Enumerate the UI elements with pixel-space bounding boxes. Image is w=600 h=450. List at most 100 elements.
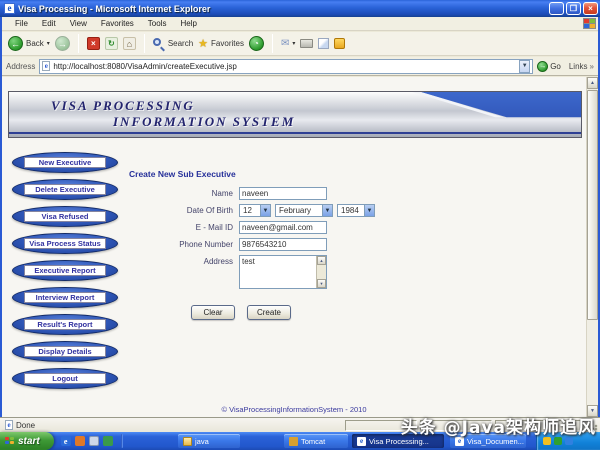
- quick-launch: e: [61, 434, 123, 448]
- stop-button[interactable]: ×: [87, 37, 100, 50]
- close-button[interactable]: ×: [583, 2, 598, 15]
- sidebar-item-visa-process-status[interactable]: Visa Process Status: [12, 233, 118, 254]
- minimize-button[interactable]: _: [549, 2, 564, 15]
- scrollbar-thumb[interactable]: [587, 90, 598, 320]
- ie-quicklaunch-icon[interactable]: e: [61, 436, 71, 446]
- create-button[interactable]: Create: [247, 305, 291, 320]
- scroll-down-icon[interactable]: ▼: [317, 279, 326, 288]
- menu-file[interactable]: File: [8, 19, 35, 28]
- sidebar-item-executive-report[interactable]: Executive Report: [12, 260, 118, 281]
- search-icon: [153, 38, 165, 50]
- dob-month-select[interactable]: February ▼: [275, 204, 333, 217]
- phone-label: Phone Number: [129, 238, 239, 249]
- chevron-down-icon: ▼: [260, 205, 270, 216]
- tray-icon[interactable]: [543, 437, 551, 445]
- tray-icon[interactable]: [554, 437, 562, 445]
- speaker-tray-icon[interactable]: [103, 436, 113, 446]
- address-input-box: e ▼: [39, 59, 533, 74]
- windows-flag-icon: [5, 437, 15, 446]
- forward-button[interactable]: →: [55, 36, 70, 51]
- status-bar: e Done: [0, 417, 600, 432]
- back-icon: ←: [8, 36, 23, 51]
- ie-logo-icon: e: [4, 3, 15, 14]
- start-button[interactable]: start: [0, 432, 54, 450]
- sidebar-item-display-details[interactable]: Display Details: [12, 341, 118, 362]
- back-button[interactable]: ← Back ▾: [8, 36, 50, 51]
- scroll-up-icon[interactable]: ▲: [587, 77, 598, 89]
- taskbar-item-visa-documents[interactable]: e Visa_Documen...: [450, 434, 526, 448]
- address-input[interactable]: [53, 62, 516, 71]
- banner-title-line1: VISA PROCESSING: [51, 98, 195, 114]
- scroll-down-icon[interactable]: ▼: [587, 405, 598, 417]
- email-field[interactable]: [239, 221, 327, 234]
- taskbar-item-java[interactable]: java: [178, 434, 240, 448]
- maximize-button[interactable]: ❐: [566, 2, 581, 15]
- links-menu[interactable]: Links »: [569, 62, 594, 71]
- page-icon: e: [42, 61, 50, 71]
- back-dropdown-icon[interactable]: ▾: [47, 40, 50, 47]
- email-label: E - Mail ID: [129, 221, 239, 232]
- dob-day-select[interactable]: 12 ▼: [239, 204, 271, 217]
- taskbar: start e java Tomcat e Visa Processing...…: [0, 432, 600, 450]
- page-footer: © VisaProcessingInformationSystem - 2010: [2, 405, 586, 414]
- address-field[interactable]: test: [240, 256, 316, 288]
- window-title: Visa Processing - Microsoft Internet Exp…: [18, 4, 549, 14]
- media-button[interactable]: ◔: [249, 36, 264, 51]
- edit-button[interactable]: [318, 38, 329, 49]
- window-frame: File Edit View Favorites Tools Help ← Ba…: [0, 17, 600, 432]
- menu-tools[interactable]: Tools: [141, 19, 174, 28]
- chevron-down-icon: ▼: [364, 205, 374, 216]
- dob-year-select[interactable]: 1984 ▼: [337, 204, 375, 217]
- address-label: Address: [129, 255, 239, 266]
- menu-view[interactable]: View: [63, 19, 94, 28]
- address-dropdown-icon[interactable]: ▼: [519, 60, 530, 73]
- menu-edit[interactable]: Edit: [35, 19, 63, 28]
- scroll-up-icon[interactable]: ▲: [317, 256, 326, 265]
- ie-icon: e: [357, 437, 366, 446]
- ie-icon: e: [455, 437, 464, 446]
- chevron-down-icon: ▼: [322, 205, 332, 216]
- title-bar: e Visa Processing - Microsoft Internet E…: [0, 0, 600, 17]
- forward-icon: →: [55, 36, 70, 51]
- refresh-button[interactable]: ↻: [105, 37, 118, 50]
- sidebar-item-delete-executive[interactable]: Delete Executive: [12, 179, 118, 200]
- taskbar-item-tomcat[interactable]: Tomcat: [284, 434, 348, 448]
- resize-grip[interactable]: [588, 420, 598, 431]
- textarea-scrollbar[interactable]: ▲ ▼: [316, 256, 326, 288]
- sidebar-item-interview-report[interactable]: Interview Report: [12, 287, 118, 308]
- desktop-quicklaunch-icon[interactable]: [89, 436, 99, 446]
- sidebar-nav: New Executive Delete Executive Visa Refu…: [12, 152, 118, 389]
- name-field[interactable]: [239, 187, 327, 200]
- vertical-scrollbar[interactable]: ▲ ▼: [586, 77, 598, 417]
- folder-icon: [183, 437, 192, 446]
- sidebar-item-logout[interactable]: Logout: [12, 368, 118, 389]
- print-button[interactable]: [300, 39, 313, 48]
- search-button[interactable]: Search: [153, 38, 193, 50]
- messenger-button[interactable]: [334, 38, 345, 49]
- mail-icon: ✉: [281, 38, 289, 49]
- menu-favorites[interactable]: Favorites: [94, 19, 141, 28]
- outlook-quicklaunch-icon[interactable]: [75, 436, 85, 446]
- taskbar-item-visa-processing[interactable]: e Visa Processing...: [352, 434, 444, 448]
- menu-bar: File Edit View Favorites Tools Help: [2, 17, 598, 31]
- mail-button[interactable]: ✉ ▾: [281, 38, 295, 49]
- menu-help[interactable]: Help: [173, 19, 203, 28]
- tray-icon[interactable]: [565, 437, 573, 445]
- status-panel: [345, 420, 417, 431]
- mail-dropdown-icon[interactable]: ▾: [292, 40, 295, 47]
- links-chevron-icon: »: [590, 62, 594, 71]
- sidebar-item-results-report[interactable]: Result's Report: [12, 314, 118, 335]
- ie-window: e Visa Processing - Microsoft Internet E…: [0, 0, 600, 450]
- status-panel: [420, 420, 492, 431]
- phone-field[interactable]: [239, 238, 327, 251]
- toolbar: ← Back ▾ → × ↻ ⌂ Search ★ Favorites ◔: [2, 32, 598, 56]
- tomcat-icon: [289, 437, 298, 446]
- go-button[interactable]: → Go: [537, 61, 561, 72]
- sidebar-item-new-executive[interactable]: New Executive: [12, 152, 118, 173]
- clear-button[interactable]: Clear: [191, 305, 235, 320]
- sidebar-item-visa-refused[interactable]: Visa Refused: [12, 206, 118, 227]
- home-button[interactable]: ⌂: [123, 37, 136, 50]
- dob-label: Date Of Birth: [129, 204, 239, 215]
- windows-logo-icon: [583, 18, 596, 29]
- favorites-button[interactable]: ★ Favorites: [198, 37, 244, 50]
